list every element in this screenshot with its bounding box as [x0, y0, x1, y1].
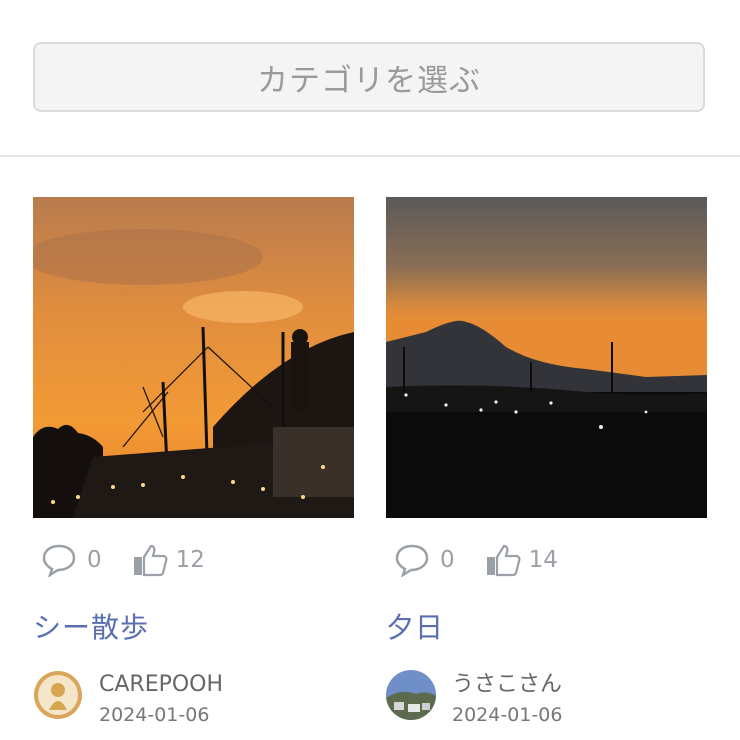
post-card[interactable]: 0 12 シー散歩 CAREPOOH 2024-01-06: [33, 197, 354, 726]
comment-bubble-icon[interactable]: [41, 543, 77, 577]
post-date: 2024-01-06: [452, 704, 563, 726]
comment-bubble-icon[interactable]: [394, 543, 430, 577]
post-title[interactable]: 夕日: [386, 608, 707, 648]
author-name[interactable]: うさこさん: [452, 670, 562, 700]
comment-count: 0: [440, 547, 455, 573]
post-author[interactable]: うさこさん 2024-01-06: [386, 670, 707, 726]
like-count: 12: [175, 547, 205, 573]
thumbs-up-icon[interactable]: [132, 543, 168, 577]
category-select-placeholder: カテゴリを選ぶ: [257, 62, 481, 99]
post-date: 2024-01-06: [99, 704, 210, 726]
author-name[interactable]: CAREPOOH: [99, 670, 223, 700]
post-thumbnail[interactable]: [386, 197, 707, 518]
avatar[interactable]: [33, 670, 83, 720]
avatar[interactable]: [386, 670, 436, 720]
post-stats: 0 12: [33, 540, 354, 580]
like-count: 14: [528, 547, 558, 573]
post-card[interactable]: 0 14 夕日 うさこさん 2024-01-06: [386, 197, 707, 726]
thumbs-up-icon[interactable]: [485, 543, 521, 577]
post-author[interactable]: CAREPOOH 2024-01-06: [33, 670, 354, 726]
post-thumbnail[interactable]: [33, 197, 354, 518]
category-select[interactable]: カテゴリを選ぶ: [33, 42, 705, 112]
post-title[interactable]: シー散歩: [33, 608, 354, 648]
divider: [0, 155, 740, 157]
post-stats: 0 14: [386, 540, 707, 580]
comment-count: 0: [87, 547, 102, 573]
